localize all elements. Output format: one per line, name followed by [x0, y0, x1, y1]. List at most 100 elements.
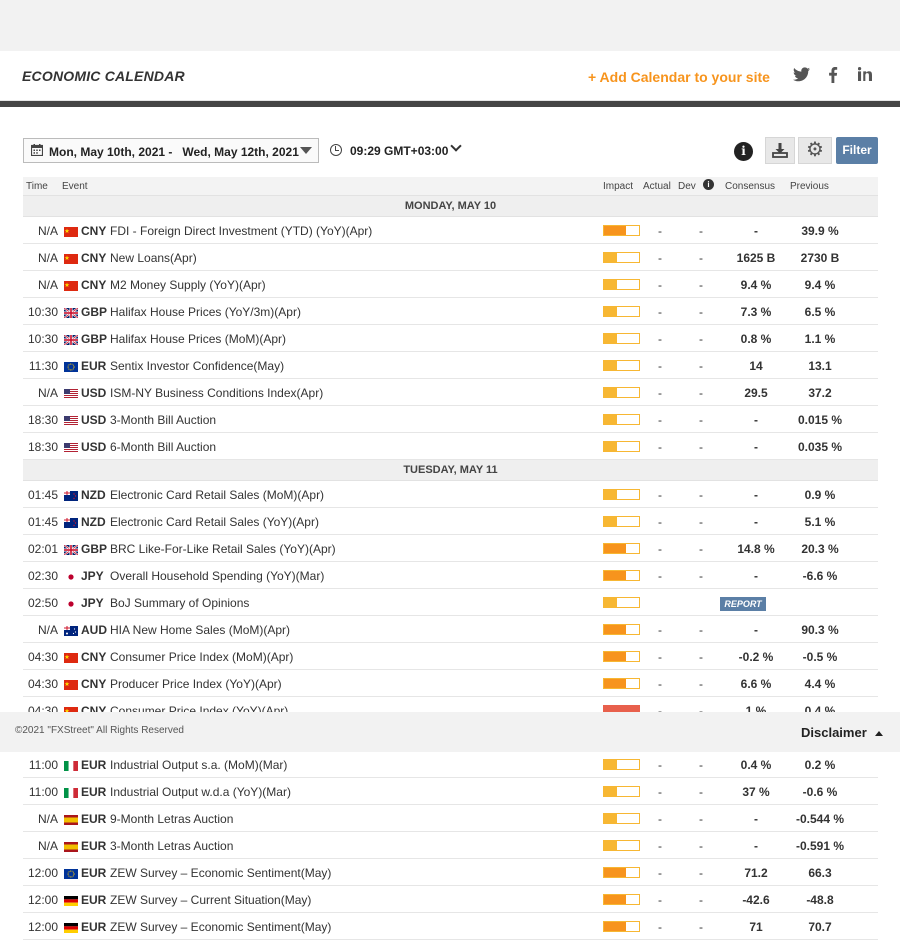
consensus-value: 7.3 % [740, 305, 772, 319]
consensus-value: - [754, 440, 758, 454]
table-row[interactable]: N/A CNY New Loans(Apr) - - 1625 B 2730 B [23, 244, 878, 271]
table-row[interactable]: 01:45 NZD Electronic Card Retail Sales (… [23, 508, 878, 535]
report-badge[interactable]: REPORT [720, 597, 766, 611]
event-name[interactable]: ZEW Survey – Economic Sentiment(May) [110, 866, 331, 880]
actual-value: - [658, 413, 662, 427]
table-row[interactable]: 01:45 NZD Electronic Card Retail Sales (… [23, 481, 878, 508]
calendar-table: Time Event Impact Actual Dev i Consensus… [23, 177, 878, 940]
event-name[interactable]: Electronic Card Retail Sales (YoY)(Apr) [110, 515, 319, 529]
event-time: 01:45 [27, 515, 58, 529]
event-name[interactable]: ZEW Survey – Current Situation(May) [110, 893, 311, 907]
col-dev[interactable]: Dev [678, 181, 696, 192]
impact-bar [603, 921, 640, 932]
event-time: 02:30 [27, 569, 58, 583]
dev-info-icon[interactable]: i [703, 179, 714, 190]
event-name[interactable]: BoJ Summary of Opinions [110, 596, 249, 610]
col-consensus[interactable]: Consensus [725, 181, 775, 192]
table-row[interactable]: N/A EUR 3-Month Letras Auction - - - -0.… [23, 832, 878, 859]
flag-cn-icon [64, 652, 78, 663]
download-button[interactable] [765, 137, 795, 164]
settings-button[interactable]: ⚙ [798, 137, 832, 164]
deviation-value: - [699, 359, 703, 373]
deviation-value: - [699, 386, 703, 400]
info-icon[interactable]: i [734, 142, 753, 161]
event-name[interactable]: FDI - Foreign Direct Investment (YTD) (Y… [110, 224, 372, 238]
currency-code: EUR [81, 866, 107, 880]
table-row[interactable]: 02:30 JPY Overall Household Spending (Yo… [23, 562, 878, 589]
event-name[interactable]: Halifax House Prices (MoM)(Apr) [110, 332, 286, 346]
impact-bar [603, 867, 640, 878]
event-name[interactable]: Consumer Price Index (MoM)(Apr) [110, 650, 293, 664]
impact-bar [603, 489, 640, 500]
table-row[interactable]: 02:50 JPY BoJ Summary of Opinions REPORT [23, 589, 878, 616]
col-previous[interactable]: Previous [790, 181, 829, 192]
event-name[interactable]: 9-Month Letras Auction [110, 812, 233, 826]
twitter-icon[interactable] [792, 67, 810, 85]
event-name[interactable]: 3-Month Letras Auction [110, 839, 233, 853]
col-time[interactable]: Time [26, 181, 48, 192]
previous-value: 0.2 % [804, 758, 836, 772]
table-row[interactable]: 10:30 GBP Halifax House Prices (MoM)(Apr… [23, 325, 878, 352]
table-row[interactable]: 18:30 USD 6-Month Bill Auction - - - 0.0… [23, 433, 878, 460]
table-row[interactable]: N/A USD ISM-NY Business Conditions Index… [23, 379, 878, 406]
table-row[interactable]: 12:00 EUR ZEW Survey – Economic Sentimen… [23, 913, 878, 940]
filter-button[interactable]: Filter [836, 137, 878, 164]
event-name[interactable]: Overall Household Spending (YoY)(Mar) [110, 569, 324, 583]
actual-value: - [658, 785, 662, 799]
event-name[interactable]: Industrial Output s.a. (MoM)(Mar) [110, 758, 287, 772]
impact-bar [603, 840, 640, 851]
event-time: 18:30 [27, 440, 58, 454]
event-name[interactable]: New Loans(Apr) [110, 251, 197, 265]
clock-icon [330, 144, 342, 156]
date-range-picker[interactable]: Mon, May 10th, 2021 - Wed, May 12th, 202… [23, 138, 319, 163]
event-name[interactable]: BRC Like-For-Like Retail Sales (YoY)(Apr… [110, 542, 336, 556]
flag-es-icon [64, 814, 78, 825]
table-row[interactable]: N/A AUD HIA New Home Sales (MoM)(Apr) - … [23, 616, 878, 643]
table-row[interactable]: 11:00 EUR Industrial Output w.d.a (YoY)(… [23, 778, 878, 805]
facebook-icon[interactable] [824, 67, 842, 85]
table-row[interactable]: 12:00 EUR ZEW Survey – Economic Sentimen… [23, 859, 878, 886]
event-name[interactable]: Producer Price Index (YoY)(Apr) [110, 677, 282, 691]
table-row[interactable]: N/A CNY FDI - Foreign Direct Investment … [23, 217, 878, 244]
table-row[interactable]: 12:00 EUR ZEW Survey – Current Situation… [23, 886, 878, 913]
caret-up-icon[interactable] [875, 731, 883, 736]
table-row[interactable]: 04:30 CNY Consumer Price Index (MoM)(Apr… [23, 643, 878, 670]
table-row[interactable]: N/A EUR 9-Month Letras Auction - - - -0.… [23, 805, 878, 832]
linkedin-icon[interactable] [856, 67, 874, 85]
col-impact[interactable]: Impact [603, 181, 633, 192]
event-time: 18:30 [27, 413, 58, 427]
actual-value: - [658, 758, 662, 772]
impact-bar [603, 543, 640, 554]
deviation-value: - [699, 677, 703, 691]
event-time: 11:00 [28, 758, 58, 772]
col-event[interactable]: Event [62, 181, 88, 192]
event-name[interactable]: Electronic Card Retail Sales (MoM)(Apr) [110, 488, 324, 502]
event-name[interactable]: Halifax House Prices (YoY/3m)(Apr) [110, 305, 301, 319]
add-calendar-link[interactable]: + Add Calendar to your site [588, 69, 770, 85]
table-row[interactable]: 10:30 GBP Halifax House Prices (YoY/3m)(… [23, 298, 878, 325]
event-name[interactable]: ISM-NY Business Conditions Index(Apr) [110, 386, 323, 400]
impact-bar [603, 360, 640, 371]
col-actual[interactable]: Actual [643, 181, 671, 192]
event-name[interactable]: 3-Month Bill Auction [110, 413, 216, 427]
event-name[interactable]: M2 Money Supply (YoY)(Apr) [110, 278, 266, 292]
previous-value: -6.6 % [802, 569, 838, 583]
calendar-controls: Mon, May 10th, 2021 - Wed, May 12th, 202… [0, 137, 900, 167]
event-name[interactable]: Industrial Output w.d.a (YoY)(Mar) [110, 785, 291, 799]
event-name[interactable]: HIA New Home Sales (MoM)(Apr) [110, 623, 290, 637]
previous-value: 66.3 [808, 866, 832, 880]
table-row[interactable]: 02:01 GBP BRC Like-For-Like Retail Sales… [23, 535, 878, 562]
table-row[interactable]: 11:30 EUR Sentix Investor Confidence(May… [23, 352, 878, 379]
event-name[interactable]: 6-Month Bill Auction [110, 440, 216, 454]
table-row[interactable]: 18:30 USD 3-Month Bill Auction - - - 0.0… [23, 406, 878, 433]
table-row[interactable]: 11:00 EUR Industrial Output s.a. (MoM)(M… [23, 751, 878, 778]
previous-value: 37.2 [808, 386, 832, 400]
disclaimer-toggle[interactable]: Disclaimer [801, 725, 867, 740]
previous-value: -48.8 [806, 893, 834, 907]
flag-de-icon [64, 922, 78, 933]
event-name[interactable]: Sentix Investor Confidence(May) [110, 359, 284, 373]
consensus-value: 9.4 % [740, 278, 772, 292]
impact-bar [603, 759, 640, 770]
table-row[interactable]: N/A CNY M2 Money Supply (YoY)(Apr) - - 9… [23, 271, 878, 298]
table-row[interactable]: 04:30 CNY Producer Price Index (YoY)(Apr… [23, 670, 878, 697]
